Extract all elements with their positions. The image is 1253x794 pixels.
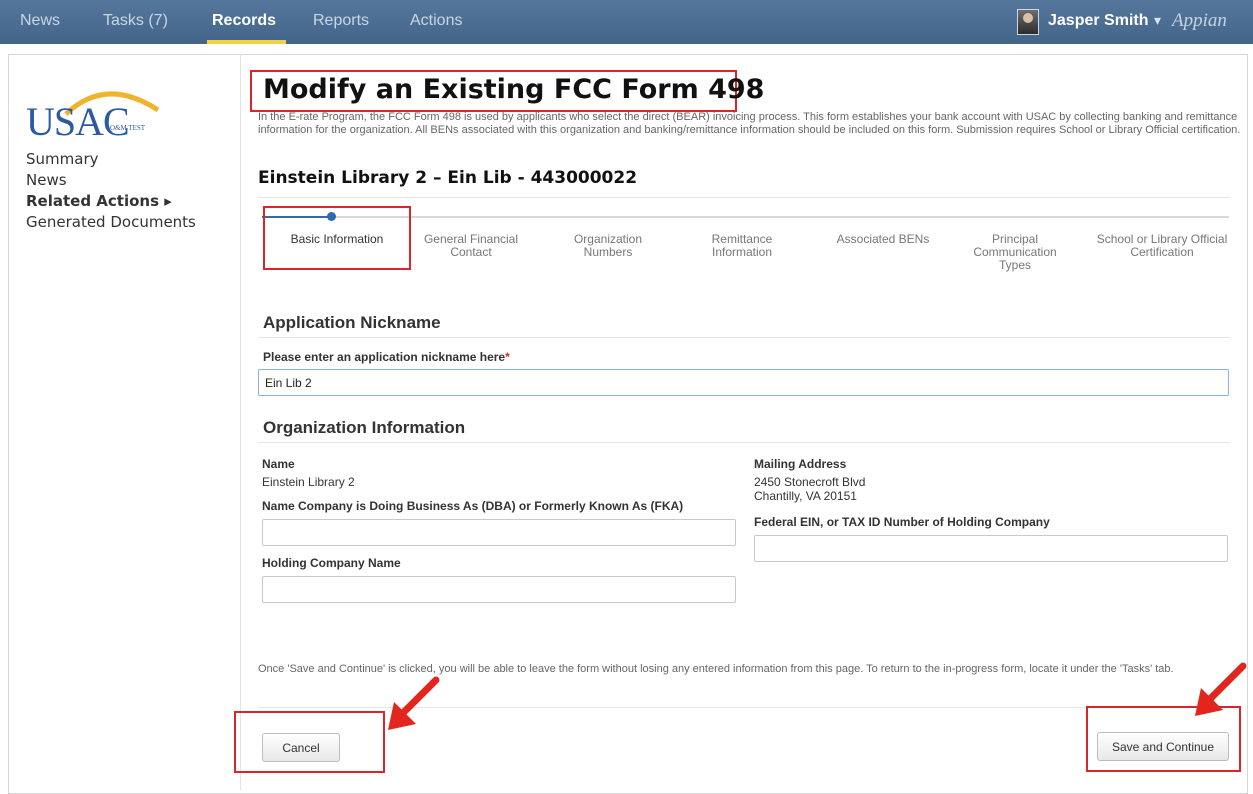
active-nav-indicator: [207, 40, 286, 44]
dba-input[interactable]: [262, 519, 736, 546]
record-title: Einstein Library 2 – Ein Lib - 443000022: [258, 168, 638, 188]
sidebar-item-news[interactable]: News: [26, 171, 67, 189]
step-associated-bens[interactable]: Associated BENs: [823, 233, 943, 246]
organization-information-heading: Organization Information: [263, 418, 466, 437]
sidebar-item-related-actions[interactable]: Related Actions ▸: [26, 192, 172, 210]
save-and-continue-button[interactable]: Save and Continue: [1097, 732, 1229, 761]
nav-tasks[interactable]: Tasks (7): [103, 12, 168, 30]
nav-news[interactable]: News: [20, 12, 60, 30]
sidebar-divider: [240, 54, 241, 790]
step-official-certification[interactable]: School or Library Official Certification: [1090, 233, 1234, 259]
step-general-financial-contact[interactable]: General Financial Contact: [411, 233, 531, 259]
step-remittance-information[interactable]: Remittance Information: [682, 233, 802, 259]
name-label: Name: [262, 457, 295, 471]
page-title: Modify an Existing FCC Form 498: [263, 74, 765, 105]
logo-subtext: O&M TEST: [110, 124, 146, 132]
arrow-icon: [1195, 662, 1247, 716]
nickname-label: Please enter an application nickname her…: [263, 350, 510, 364]
required-marker: *: [505, 350, 510, 364]
sidebar-item-generated-documents[interactable]: Generated Documents: [26, 213, 196, 231]
top-nav-bar: News Tasks (7) Records Reports Actions J…: [0, 0, 1253, 44]
appian-logo: Appian: [1172, 10, 1227, 31]
sidebar-item-summary[interactable]: Summary: [26, 150, 99, 168]
nav-reports[interactable]: Reports: [313, 12, 369, 30]
step-basic-information[interactable]: Basic Information: [271, 233, 403, 246]
holding-company-input[interactable]: [262, 576, 736, 603]
intro-text: In the E-rate Program, the FCC Form 498 …: [258, 111, 1241, 136]
logo-text: USAC: [26, 99, 130, 144]
nav-actions[interactable]: Actions: [410, 12, 462, 30]
cancel-button[interactable]: Cancel: [262, 733, 340, 762]
name-value: Einstein Library 2: [262, 475, 355, 489]
mailing-address-label: Mailing Address: [754, 457, 847, 471]
ein-input[interactable]: [754, 535, 1228, 562]
holding-company-label: Holding Company Name: [262, 556, 401, 570]
divider: [258, 197, 1230, 198]
chevron-down-icon[interactable]: ▾: [1154, 12, 1161, 29]
nickname-input[interactable]: [258, 369, 1229, 396]
mailing-address-line2: Chantilly, VA 20151: [754, 489, 857, 503]
arrow-icon: [388, 676, 440, 730]
dba-label: Name Company is Doing Business As (DBA) …: [262, 499, 684, 513]
avatar[interactable]: [1017, 9, 1039, 35]
application-nickname-heading: Application Nickname: [263, 313, 441, 332]
mailing-address-line1: 2450 Stonecroft Blvd: [754, 475, 866, 489]
step-organization-numbers[interactable]: Organization Numbers: [548, 233, 668, 259]
ein-label: Federal EIN, or TAX ID Number of Holding…: [754, 515, 1050, 529]
user-name[interactable]: Jasper Smith: [1048, 12, 1148, 30]
content-frame: [8, 54, 1248, 794]
nav-records[interactable]: Records: [212, 12, 276, 30]
divider: [258, 337, 1230, 338]
usac-logo: USAC O&M TEST: [26, 80, 176, 160]
nickname-label-text: Please enter an application nickname her…: [263, 350, 506, 364]
divider: [258, 442, 1230, 443]
step-principal-communication-types[interactable]: Principal Communication Types: [965, 233, 1065, 272]
